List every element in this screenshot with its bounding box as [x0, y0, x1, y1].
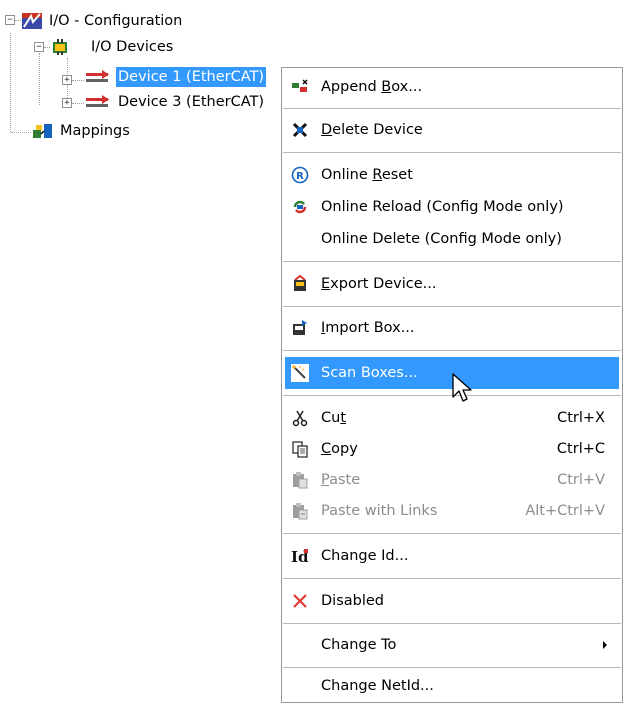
reset-icon: R	[291, 166, 309, 184]
menu-separator	[283, 623, 621, 624]
menu-shortcut: Ctrl+X	[557, 410, 605, 426]
menu-label: Import Box...	[321, 320, 415, 336]
expand-icon[interactable]: +	[62, 75, 72, 85]
tree-label: I/O Devices	[91, 39, 174, 55]
tree-label: I/O - Configuration	[49, 13, 183, 29]
menu-item-append-box[interactable]: Append Box...	[285, 71, 619, 103]
collapse-icon[interactable]: −	[5, 15, 15, 25]
menu-label: Change Id...	[321, 548, 409, 564]
red-x-icon	[293, 594, 307, 608]
menu-separator	[283, 350, 621, 351]
menu-label: Cut	[321, 410, 347, 426]
tree-connector	[11, 132, 31, 133]
menu-separator	[283, 667, 621, 668]
export-icon	[294, 275, 306, 291]
change-id-icon: Id	[291, 548, 309, 565]
menu-item-online-reset[interactable]: R Online Reset	[285, 159, 619, 191]
delete-icon	[292, 122, 308, 138]
menu-item-online-delete[interactable]: Online Delete (Config Mode only)	[285, 223, 619, 255]
io-tree-view: − I/O - Configuration − I/O Devices + De…	[0, 0, 290, 160]
tree-connector	[44, 47, 50, 48]
menu-separator	[283, 578, 621, 579]
collapse-icon[interactable]: −	[34, 42, 44, 52]
menu-item-change-to[interactable]: Change To	[285, 629, 619, 661]
ethercat-device-icon	[86, 70, 109, 82]
menu-item-delete-device[interactable]: Delete Device	[285, 114, 619, 146]
menu-separator	[283, 108, 621, 109]
menu-item-export-device[interactable]: Export Device...	[285, 268, 619, 300]
copy-icon	[292, 441, 308, 458]
paste-icon	[293, 472, 308, 489]
menu-label: Append Box...	[321, 79, 423, 95]
menu-item-change-netid[interactable]: Change NetId...	[285, 670, 619, 702]
menu-label: Online Delete (Config Mode only)	[321, 231, 562, 247]
mappings-icon	[33, 124, 52, 138]
menu-label: Change NetId...	[321, 678, 434, 694]
menu-separator	[283, 533, 621, 534]
reload-icon	[293, 200, 307, 214]
menu-item-copy[interactable]: Copy Ctrl+C	[285, 433, 619, 465]
tree-connector	[39, 53, 40, 105]
menu-label: Copy	[321, 441, 358, 457]
tree-label: Mappings	[60, 123, 130, 139]
menu-label: Change To	[321, 637, 397, 653]
mouse-cursor-icon	[452, 373, 472, 402]
menu-label: Disabled	[321, 593, 384, 609]
menu-label: Online Reload (Config Mode only)	[321, 199, 564, 215]
expand-icon[interactable]: +	[62, 98, 72, 108]
menu-label: Scan Boxes...	[321, 365, 418, 381]
submenu-arrow-icon	[603, 641, 607, 649]
io-devices-icon	[53, 39, 67, 55]
menu-label: Paste with Links	[321, 503, 438, 519]
menu-separator	[283, 261, 621, 262]
tree-label: Device 1 (EtherCAT)	[116, 67, 267, 87]
menu-shortcut: Ctrl+V	[557, 472, 605, 488]
tree-connector	[72, 103, 84, 104]
menu-label: Delete Device	[321, 122, 423, 138]
magic-wand-icon	[291, 364, 309, 382]
menu-item-cut[interactable]: Cut Ctrl+X	[285, 402, 619, 434]
tree-connector	[10, 33, 11, 132]
svg-text:R: R	[296, 171, 304, 182]
io-config-icon	[22, 13, 42, 29]
append-box-icon	[292, 79, 308, 92]
paste-links-icon	[293, 503, 308, 520]
import-icon	[293, 320, 307, 335]
menu-item-disabled[interactable]: Disabled	[285, 585, 619, 617]
ethercat-device-icon	[86, 95, 109, 107]
menu-separator	[283, 152, 621, 153]
menu-item-import-box[interactable]: Import Box...	[285, 312, 619, 344]
menu-label: Paste	[321, 472, 361, 488]
menu-item-change-id[interactable]: Id Change Id...	[285, 540, 619, 572]
menu-shortcut: Alt+Ctrl+V	[525, 503, 605, 519]
menu-label: Online Reset	[321, 167, 413, 183]
menu-item-paste[interactable]: Paste Ctrl+V	[285, 464, 619, 496]
menu-item-paste-with-links[interactable]: Paste with Links Alt+Ctrl+V	[285, 495, 619, 527]
tree-label: Device 3 (EtherCAT)	[118, 94, 265, 110]
menu-separator	[283, 306, 621, 307]
scissors-icon	[292, 410, 308, 427]
tree-connector	[72, 80, 84, 81]
menu-shortcut: Ctrl+C	[556, 441, 605, 457]
menu-item-online-reload[interactable]: Online Reload (Config Mode only)	[285, 191, 619, 223]
menu-label: Export Device...	[321, 276, 437, 292]
